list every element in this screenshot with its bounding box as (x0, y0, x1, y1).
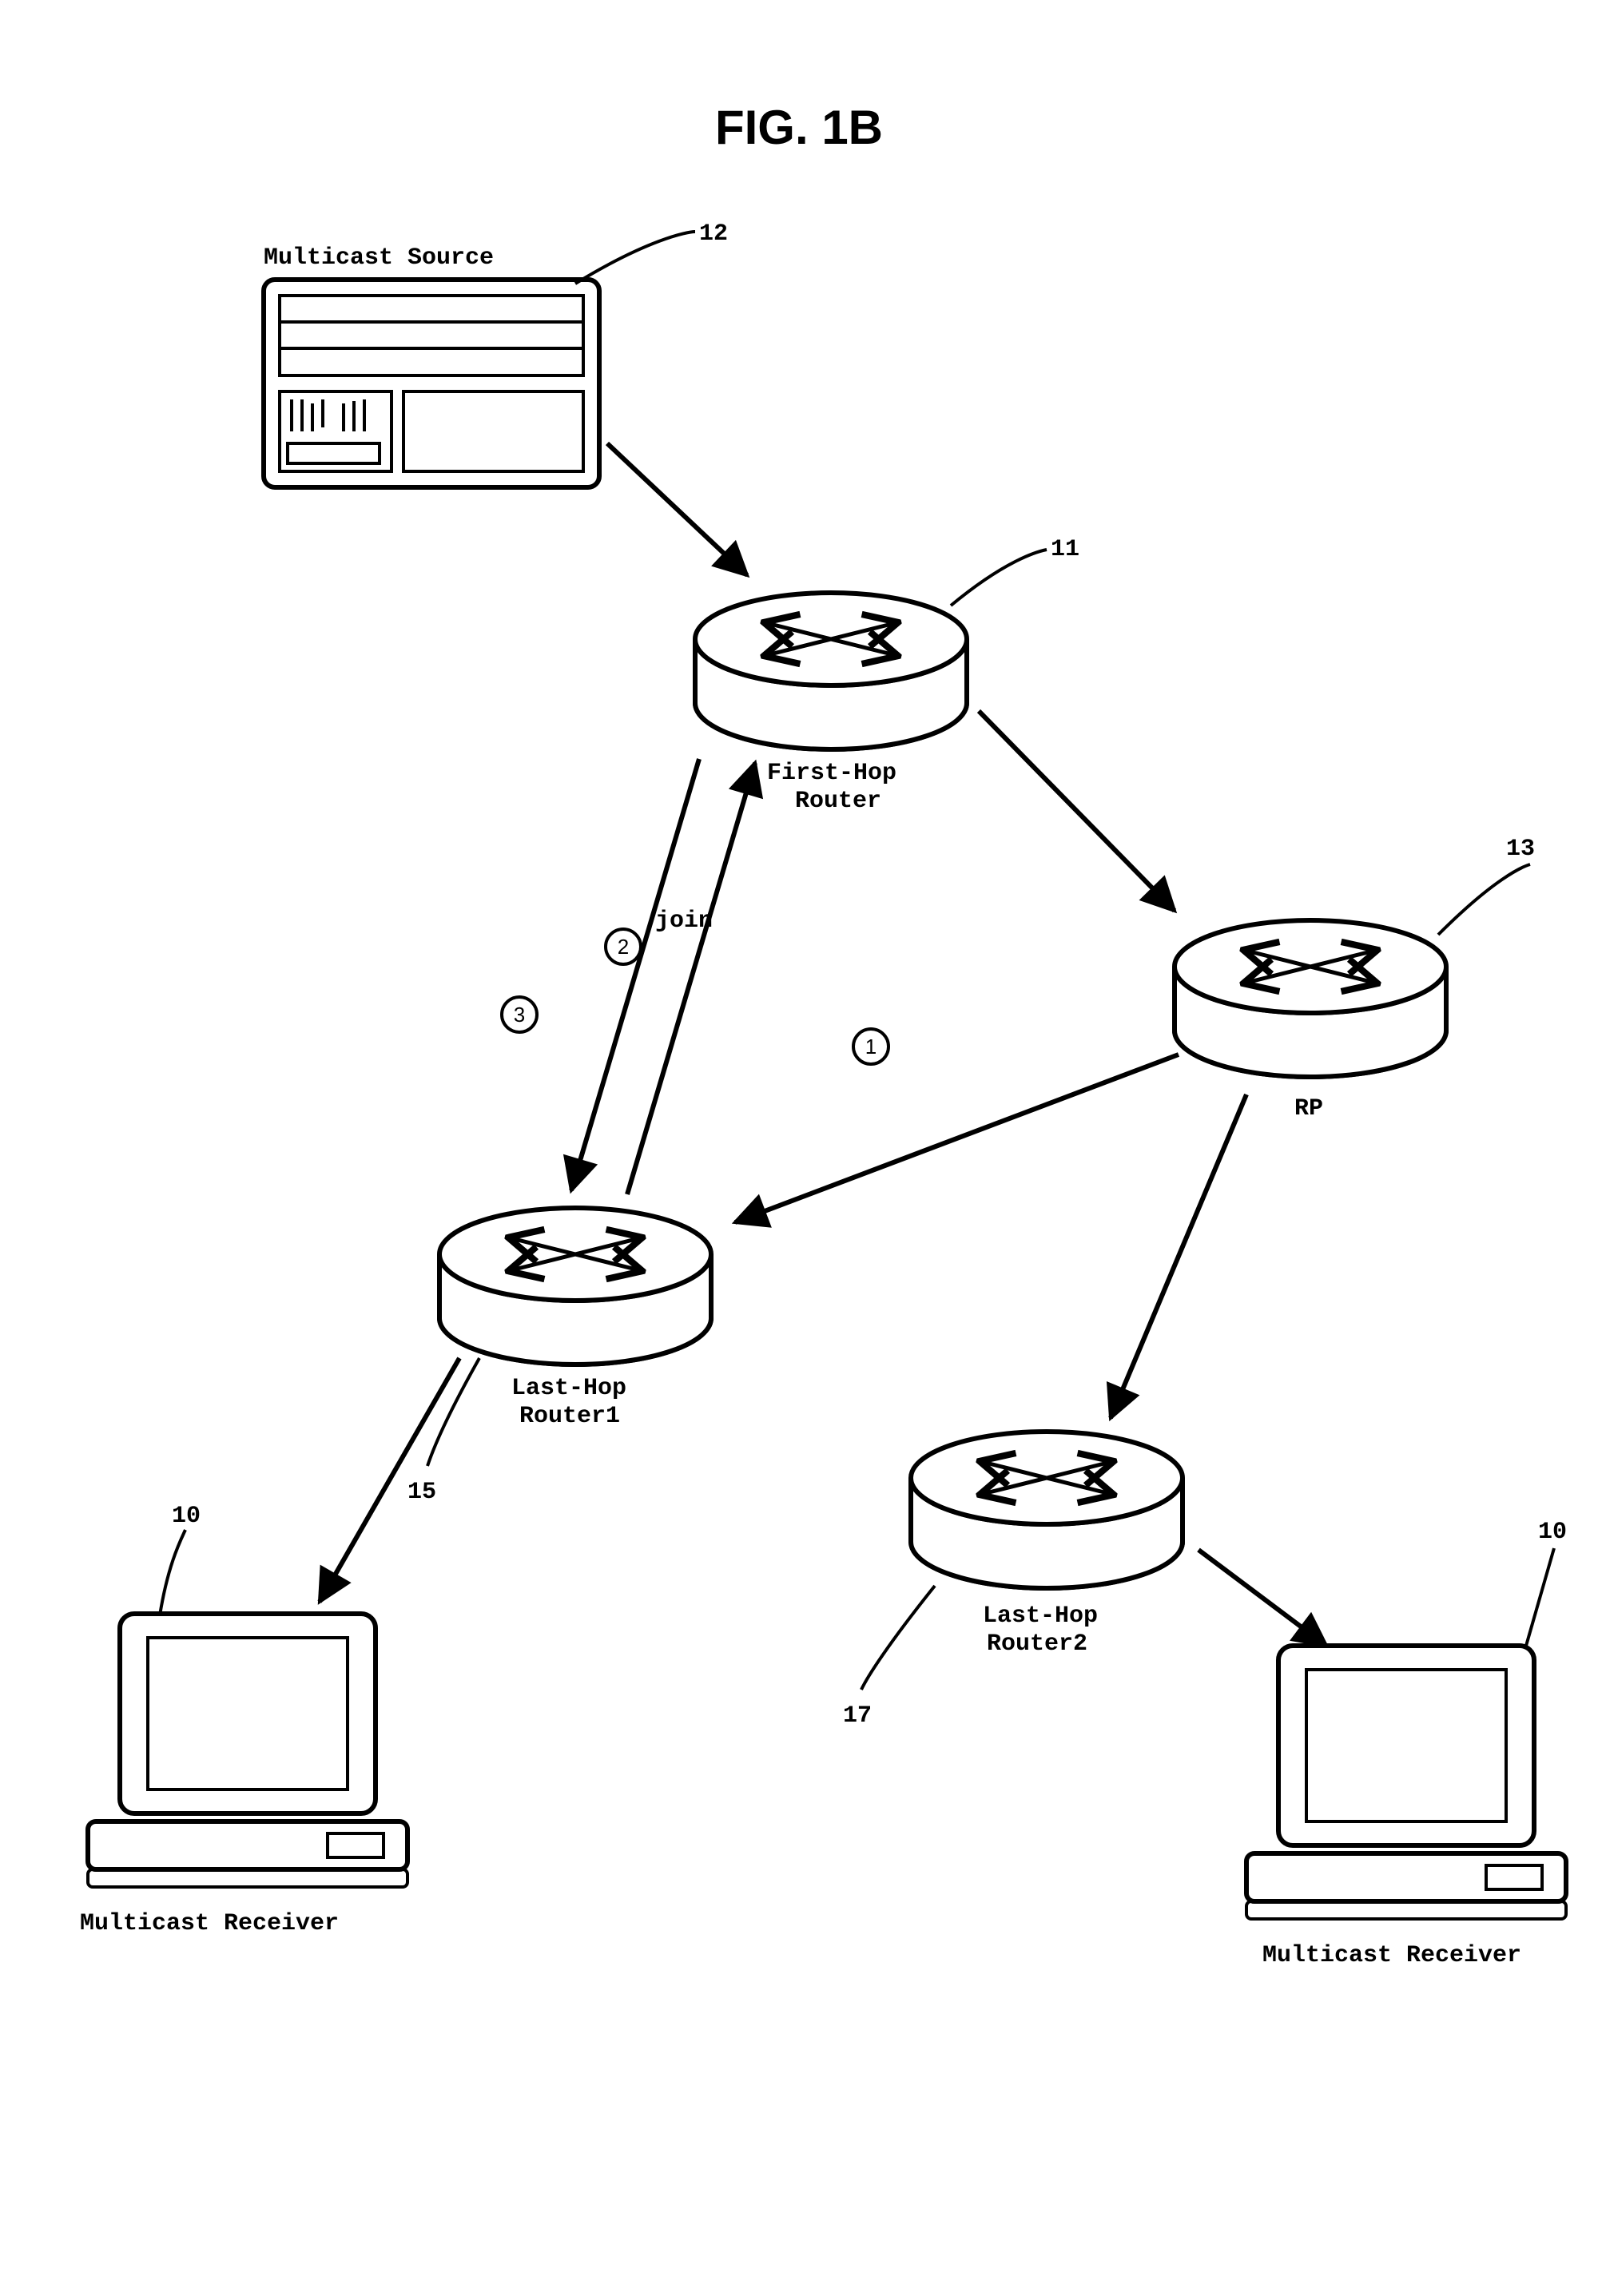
join-label: join (655, 908, 713, 935)
figure-title: FIG. 1B (715, 101, 883, 154)
firsthop-label1: First-Hop (767, 760, 896, 787)
lasthop2-label2: Router2 (987, 1631, 1087, 1658)
step3-label: 3 (514, 1003, 525, 1027)
rp-label: RP (1294, 1095, 1323, 1122)
lasthop1-label1: Last-Hop (511, 1375, 626, 1402)
recv2-label: Multicast Receiver (1262, 1942, 1521, 1969)
firsthop-label2: Router (795, 788, 881, 815)
firsthop-ref: 11 (1051, 536, 1079, 563)
rp-ref: 13 (1506, 836, 1535, 863)
multicast-source: Multicast Source 12 (264, 220, 728, 487)
lasthop1-label2: Router1 (519, 1403, 620, 1430)
source-ref: 12 (699, 220, 728, 248)
lasthop2-label1: Last-Hop (983, 1603, 1098, 1630)
multicast-receiver-right: Multicast Receiver 10 (1246, 1519, 1567, 1969)
last-hop-router1: Last-Hop Router1 15 (407, 1208, 711, 1506)
lasthop1-ref: 15 (407, 1479, 436, 1506)
recv1-label: Multicast Receiver (80, 1910, 339, 1937)
step1-label: 1 (865, 1035, 877, 1059)
source-label: Multicast Source (264, 244, 494, 272)
rp-router: RP 13 (1175, 836, 1535, 1122)
multicast-receiver-left: Multicast Receiver 10 (80, 1503, 407, 1937)
last-hop-router2: Last-Hop Router2 17 (843, 1432, 1183, 1730)
lasthop2-ref: 17 (843, 1702, 872, 1730)
recv2-ref: 10 (1538, 1519, 1567, 1546)
step2-label: 2 (618, 935, 629, 959)
recv1-ref: 10 (172, 1503, 201, 1530)
